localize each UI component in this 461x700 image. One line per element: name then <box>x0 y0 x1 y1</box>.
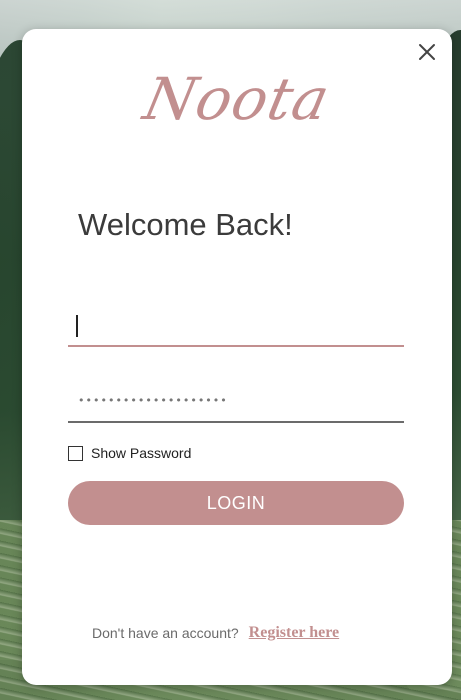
show-password-toggle[interactable]: Show Password <box>68 443 191 463</box>
close-button[interactable] <box>416 41 438 63</box>
register-prompt: Don't have an account? <box>92 625 239 641</box>
password-masked-value: •••••••••••••••••••• <box>78 394 228 407</box>
register-footer: Don't have an account? Register here <box>92 624 422 642</box>
login-dialog: Noota Welcome Back! ••••••••••••••••••••… <box>22 29 452 685</box>
show-password-label: Show Password <box>91 445 192 461</box>
page-title: Welcome Back! <box>78 207 293 242</box>
login-button[interactable]: LOGIN <box>68 481 404 525</box>
username-field[interactable] <box>68 307 404 347</box>
text-caret <box>76 315 78 337</box>
show-password-checkbox[interactable] <box>68 445 83 461</box>
password-field[interactable]: •••••••••••••••••••• <box>68 385 404 423</box>
close-icon <box>419 44 435 60</box>
register-link[interactable]: Register here <box>249 624 339 642</box>
brand-logo: Noota <box>138 65 336 133</box>
